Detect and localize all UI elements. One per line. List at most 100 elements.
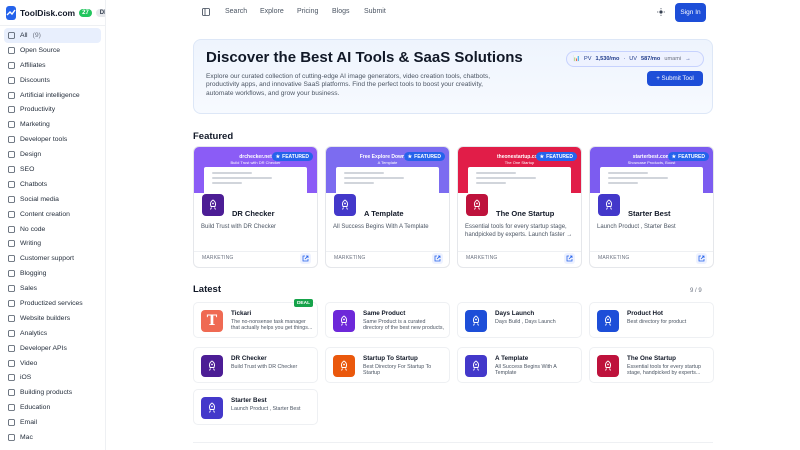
nav-link-pricing[interactable]: Pricing bbox=[297, 8, 318, 15]
latest-card[interactable]: Same Product Same Product is a curated d… bbox=[325, 302, 450, 338]
search-icon bbox=[7, 165, 15, 173]
sidebar-item-label: Developer tools bbox=[20, 136, 68, 144]
external-link-icon[interactable] bbox=[696, 253, 707, 264]
featured-badge-label: FEATURED bbox=[678, 153, 705, 160]
sidebar-item-customer-support[interactable]: Customer support bbox=[4, 251, 101, 266]
latest-card[interactable]: T Tickari The no-nonsense task manager t… bbox=[193, 299, 318, 338]
external-link-icon[interactable] bbox=[300, 253, 311, 264]
tool-description: All Success Begins With A Template bbox=[495, 364, 557, 377]
sidebar-item-education[interactable]: Education bbox=[4, 400, 101, 415]
uv-label: UV bbox=[629, 56, 638, 62]
sidebar-item-video[interactable]: Video bbox=[4, 356, 101, 371]
sidebar-item-label: Chatbots bbox=[20, 180, 48, 188]
tool-description: Essential tools for every startup stage,… bbox=[465, 224, 573, 238]
tool-description: Essential tools for every startup stage,… bbox=[627, 364, 701, 377]
sign-in-button[interactable]: Sign In bbox=[675, 3, 706, 22]
tool-name: Starter Best bbox=[231, 397, 267, 404]
pv-label: PV bbox=[583, 56, 592, 62]
sidebar-item-seo[interactable]: SEO bbox=[4, 162, 101, 177]
sidebar-item-sales[interactable]: Sales bbox=[4, 281, 101, 296]
external-link-icon[interactable] bbox=[564, 253, 575, 264]
pv-value: 1,530/mo bbox=[595, 56, 620, 62]
code-icon bbox=[7, 136, 15, 144]
latest-card[interactable]: A Template All Success Begins With A Tem… bbox=[457, 347, 582, 383]
latest-card[interactable]: The One Startup Essential tools for ever… bbox=[589, 347, 714, 383]
sidebar-item-ios[interactable]: iOS bbox=[4, 370, 101, 385]
preview-window bbox=[204, 167, 307, 193]
tool-name: DR Checker bbox=[232, 209, 275, 218]
sidebar-item-design[interactable]: Design bbox=[4, 147, 101, 162]
category-tag[interactable]: MARKETING bbox=[202, 255, 234, 261]
sidebar-item-blogging[interactable]: Blogging bbox=[4, 266, 101, 281]
sidebar-item-building-products[interactable]: Building products bbox=[4, 385, 101, 400]
headset-icon bbox=[7, 255, 15, 263]
sidebar-item-discounts[interactable]: Discounts bbox=[4, 73, 101, 88]
nav-link-explore[interactable]: Explore bbox=[260, 8, 284, 15]
tool-logo-icon: T bbox=[201, 310, 223, 332]
sidebar-item-affiliates[interactable]: Affiliates bbox=[4, 58, 101, 73]
sidebar-item-label: Email bbox=[20, 419, 37, 427]
featured-card[interactable]: theonestartup.com The One Startup ★ FEAT… bbox=[457, 146, 582, 268]
nav-link-submit[interactable]: Submit bbox=[364, 8, 386, 15]
sidebar-item-chatbots[interactable]: Chatbots bbox=[4, 177, 101, 192]
grid-icon bbox=[7, 31, 15, 39]
nav-link-search[interactable]: Search bbox=[225, 8, 247, 15]
traffic-stats[interactable]: 📊 PV 1,530/mo · UV 587/mo umami → bbox=[566, 51, 704, 67]
tool-logo-icon bbox=[465, 355, 487, 377]
sidebar-item-mac[interactable]: Mac bbox=[4, 430, 101, 445]
category-tag[interactable]: MARKETING bbox=[598, 255, 630, 261]
external-link-icon[interactable] bbox=[432, 253, 443, 264]
submit-tool-button[interactable]: + Submit Tool bbox=[647, 71, 703, 86]
sidebar-item-social-media[interactable]: Social media bbox=[4, 192, 101, 207]
brand-row[interactable]: ToolDisk.com 27 DR bbox=[0, 0, 105, 26]
category-tag[interactable]: MARKETING bbox=[466, 255, 498, 261]
tag-icon bbox=[7, 76, 15, 84]
latest-card[interactable]: DR Checker Build Trust with DR Checker bbox=[193, 347, 318, 383]
pen-icon bbox=[7, 151, 15, 159]
sidebar-item-open-source[interactable]: Open Source bbox=[4, 43, 101, 58]
latest-card[interactable]: Product Hot Best directory for product bbox=[589, 302, 714, 338]
featured-card[interactable]: starterbest.com Showcase Products, Boost… bbox=[589, 146, 714, 268]
sidebar-item-label: No code bbox=[20, 225, 46, 233]
dr-badge: DR bbox=[95, 8, 105, 17]
sidebar-item-all[interactable]: All (9) bbox=[4, 28, 101, 43]
sidebar-item-artificial-intelligence[interactable]: Artificial intelligence bbox=[4, 88, 101, 103]
latest-card[interactable]: Starter Best Launch Product , Starter Be… bbox=[193, 389, 318, 425]
sidebar-item-label: Education bbox=[20, 404, 51, 412]
uv-value: 587/mo bbox=[641, 56, 661, 62]
sidebar-item-writing[interactable]: Writing bbox=[4, 236, 101, 251]
brand-name: ToolDisk.com bbox=[20, 7, 76, 18]
sidebar-item-marketing[interactable]: Marketing bbox=[4, 117, 101, 132]
note-icon bbox=[7, 270, 15, 278]
sidebar-item-productivity[interactable]: Productivity bbox=[4, 102, 101, 117]
sidebar-item-email[interactable]: Email bbox=[4, 415, 101, 430]
latest-card[interactable]: Days Launch Days Build , Days Launch bbox=[457, 302, 582, 338]
sidebar-item-website-builders[interactable]: Website builders bbox=[4, 311, 101, 326]
nav-link-blogs[interactable]: Blogs bbox=[332, 8, 350, 15]
theme-toggle-icon[interactable] bbox=[657, 8, 665, 18]
sidebar-item-label: Artificial intelligence bbox=[20, 91, 80, 99]
tool-description: Best directory for product bbox=[627, 319, 687, 325]
featured-badge: ★ FEATURED bbox=[403, 152, 445, 161]
sidebar-item-label: Marketing bbox=[20, 121, 50, 129]
sidebar-item-content-creation[interactable]: Content creation bbox=[4, 207, 101, 222]
sidebar-item-analytics[interactable]: Analytics bbox=[4, 326, 101, 341]
sidebar-item-developer-apis[interactable]: Developer APIs bbox=[4, 341, 101, 356]
edit-icon bbox=[7, 210, 15, 218]
sidebar-item-no-code[interactable]: No code bbox=[4, 222, 101, 237]
tool-logo-icon bbox=[597, 310, 619, 332]
featured-card[interactable]: Free Explore Download A Template ★ FEATU… bbox=[325, 146, 450, 268]
sidebar-item-productized-services[interactable]: Productized services bbox=[4, 296, 101, 311]
sidebar-item-label: Open Source bbox=[20, 46, 61, 54]
sidebar-toggle-icon[interactable] bbox=[202, 8, 210, 18]
sidebar-item-label: Productized services bbox=[20, 299, 83, 307]
stats-divider: · bbox=[623, 56, 626, 62]
star-icon: ★ bbox=[407, 153, 413, 160]
divider bbox=[193, 442, 713, 443]
latest-card[interactable]: Startup To Startup Best Directory For St… bbox=[325, 347, 450, 383]
featured-card[interactable]: drchecker.net Build Trust with DR Checke… bbox=[193, 146, 318, 268]
tool-logo-icon bbox=[202, 194, 224, 216]
category-tag[interactable]: MARKETING bbox=[334, 255, 366, 261]
mail-icon bbox=[7, 419, 15, 427]
sidebar-item-developer-tools[interactable]: Developer tools bbox=[4, 132, 101, 147]
